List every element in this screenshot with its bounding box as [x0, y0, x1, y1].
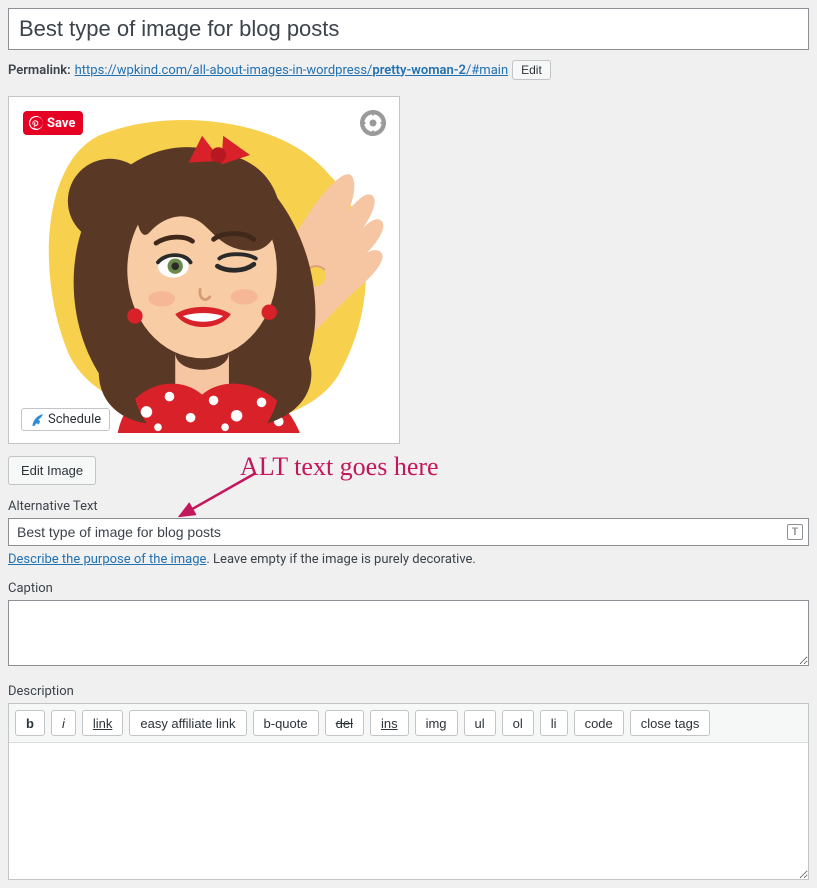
alt-helper-text: Describe the purpose of the image. Leave…: [8, 552, 809, 567]
alt-text-input[interactable]: [8, 518, 809, 546]
alt-text-label: Alternative Text: [8, 499, 809, 514]
description-toolbar: b i link easy affiliate link b-quote del…: [9, 704, 808, 743]
permalink-hash: /#main: [466, 63, 508, 78]
schedule-label: Schedule: [48, 412, 101, 427]
qt-ol-button[interactable]: ol: [502, 710, 534, 736]
attachment-illustration: [19, 107, 389, 433]
permalink-label: Permalink:: [8, 63, 71, 78]
description-textarea[interactable]: [9, 743, 808, 879]
annotation-label: ALT text goes here: [240, 452, 439, 482]
permalink-url[interactable]: https://wpkind.com/all-about-images-in-w…: [75, 63, 508, 78]
crosshair-icon: [360, 110, 386, 136]
qt-li-button[interactable]: li: [540, 710, 568, 736]
permalink-base: https://wpkind.com/all-about-images-in-w…: [75, 63, 373, 78]
featured-image-preview: Save Schedule: [8, 96, 400, 444]
qt-ul-button[interactable]: ul: [464, 710, 496, 736]
qt-easy-affiliate-link-button[interactable]: easy affiliate link: [129, 710, 246, 736]
schedule-button[interactable]: Schedule: [21, 408, 110, 431]
caption-label: Caption: [8, 581, 809, 596]
qt-code-button[interactable]: code: [574, 710, 624, 736]
permalink-row: Permalink: https://wpkind.com/all-about-…: [8, 60, 809, 80]
qt-i-button[interactable]: i: [51, 710, 76, 736]
qt-link-button[interactable]: link: [82, 710, 124, 736]
description-editor: b i link easy affiliate link b-quote del…: [8, 703, 809, 880]
pinterest-save-button[interactable]: Save: [23, 111, 83, 135]
qt-del-button[interactable]: del: [325, 710, 364, 736]
alt-hint-icon: T: [787, 524, 803, 540]
permalink-slug: pretty-woman-2: [372, 63, 466, 78]
qt-bquote-button[interactable]: b-quote: [253, 710, 319, 736]
pinterest-icon: [29, 116, 43, 130]
qt-close-tags-button[interactable]: close tags: [630, 710, 711, 736]
permalink-edit-button[interactable]: Edit: [512, 60, 551, 80]
qt-b-button[interactable]: b: [15, 710, 45, 736]
qt-ins-button[interactable]: ins: [370, 710, 409, 736]
post-title-input[interactable]: [8, 8, 809, 50]
schedule-icon: [30, 413, 44, 427]
alt-helper-rest: . Leave empty if the image is purely dec…: [206, 552, 475, 567]
pinterest-save-label: Save: [47, 116, 75, 131]
woman-illustration-icon: [19, 107, 389, 433]
focus-point-button[interactable]: [359, 109, 387, 137]
edit-image-button[interactable]: Edit Image: [8, 456, 96, 485]
qt-img-button[interactable]: img: [415, 710, 458, 736]
description-label: Description: [8, 684, 809, 699]
caption-textarea[interactable]: [8, 600, 809, 666]
alt-purpose-link[interactable]: Describe the purpose of the image: [8, 552, 206, 567]
